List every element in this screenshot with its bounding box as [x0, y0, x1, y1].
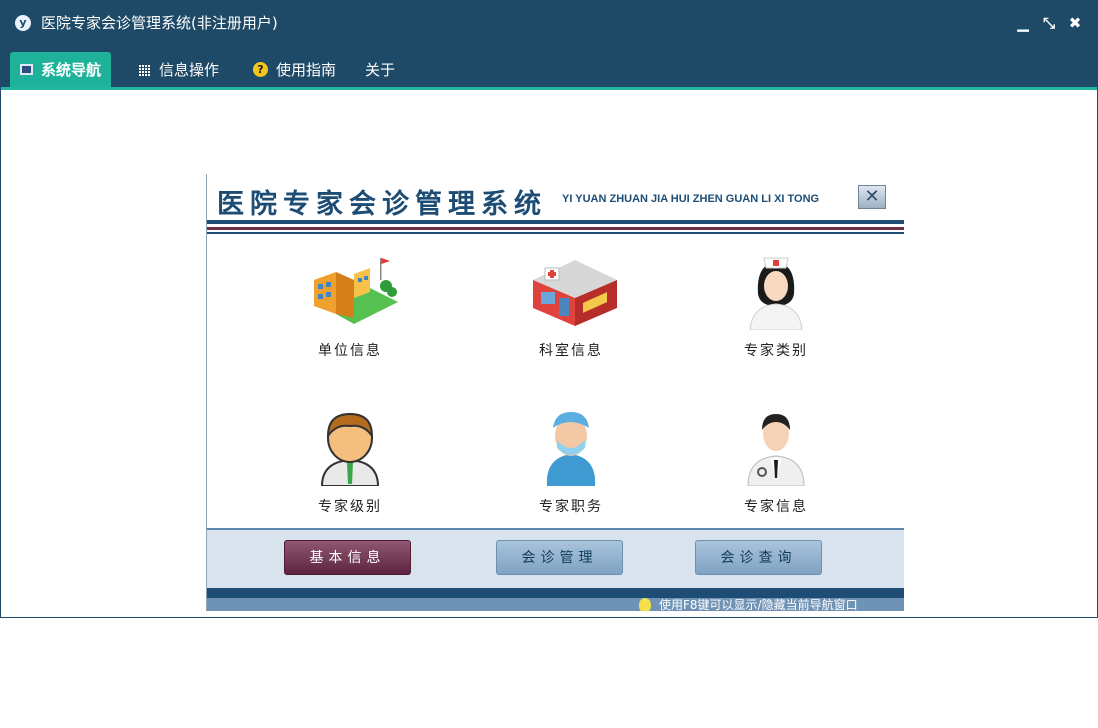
doctor-icon [747, 414, 805, 486]
menu-bar: 系统导航 信息操作 ? 使用指南 关于 [1, 45, 1097, 90]
nurse-icon [749, 257, 803, 330]
tab-user-guide[interactable]: ? 使用指南 [253, 52, 336, 87]
panel-footer: 基本信息 会诊管理 会诊查询 使用F8键可以显示/隐藏当前导航窗口 [207, 528, 904, 611]
panel-header: 医院专家会诊管理系统 YI YUAN ZHUAN JIA HUI ZHEN GU… [207, 174, 904, 236]
tile-expert-level[interactable]: 专家级别 [275, 410, 425, 520]
panel-subtitle: YI YUAN ZHUAN JIA HUI ZHEN GUAN LI XI TO… [562, 193, 820, 205]
consultation-query-button[interactable]: 会诊查询 [695, 540, 822, 575]
header-divider [207, 232, 904, 234]
tile-expert-position[interactable]: 专家职务 [496, 410, 646, 520]
consultation-management-button[interactable]: 会诊管理 [496, 540, 623, 575]
tab-label: 系统导航 [41, 61, 102, 79]
grid-icon [139, 63, 151, 76]
tile-label: 单位信息 [318, 343, 382, 359]
hint-label: 使用F8键可以显示/隐藏当前导航窗口 [659, 598, 858, 611]
tab-info-operations[interactable]: 信息操作 [139, 52, 219, 87]
tile-expert-info[interactable]: 专家信息 [701, 410, 851, 520]
close-icon[interactable]: ✖ [1067, 13, 1083, 33]
tile-label: 科室信息 [539, 343, 603, 359]
app-logo-icon: y [15, 15, 31, 31]
header-divider [207, 220, 904, 224]
help-icon: ? [253, 62, 268, 77]
tile-label: 专家级别 [318, 499, 382, 515]
tab-about[interactable]: 关于 [365, 52, 395, 87]
app-window: y 医院专家会诊管理系统(非注册用户) ▁ ⤡ ✖ 系统导航 信息操作 ? 使用… [0, 0, 1098, 618]
tile-unit-info[interactable]: 单位信息 [275, 254, 425, 364]
tile-label: 专家信息 [744, 499, 808, 515]
surgeon-icon [546, 412, 596, 486]
building-icon [314, 258, 398, 324]
person-icon [320, 412, 380, 486]
basic-info-button[interactable]: 基本信息 [284, 540, 411, 575]
monitor-icon [20, 64, 33, 75]
clinic-icon [533, 260, 617, 326]
lightbulb-icon [639, 597, 651, 611]
header-divider [207, 227, 904, 230]
panel-close-button[interactable]: ✕ [858, 185, 886, 209]
hint-text: 使用F8键可以显示/隐藏当前导航窗口 [639, 596, 858, 611]
tile-label: 专家职务 [539, 499, 603, 515]
tab-label: 使用指南 [276, 61, 337, 79]
window-title: 医院专家会诊管理系统(非注册用户) [41, 14, 278, 32]
navigation-panel: 医院专家会诊管理系统 YI YUAN ZHUAN JIA HUI ZHEN GU… [206, 174, 904, 611]
tab-label: 关于 [365, 61, 396, 79]
tab-label: 信息操作 [159, 61, 220, 79]
minimize-icon[interactable]: ▁ [1015, 13, 1031, 33]
tile-label: 专家类别 [744, 343, 808, 359]
tab-system-navigation[interactable]: 系统导航 [10, 52, 112, 87]
title-bar[interactable]: y 医院专家会诊管理系统(非注册用户) ▁ ⤡ ✖ [1, 1, 1097, 45]
restore-icon[interactable]: ⤡ [1041, 13, 1057, 33]
window-controls: ▁ ⤡ ✖ [1015, 13, 1083, 33]
tile-department-info[interactable]: 科室信息 [496, 254, 646, 364]
panel-title: 医院专家会诊管理系统 [217, 189, 547, 220]
tile-expert-category[interactable]: 专家类别 [701, 254, 851, 364]
